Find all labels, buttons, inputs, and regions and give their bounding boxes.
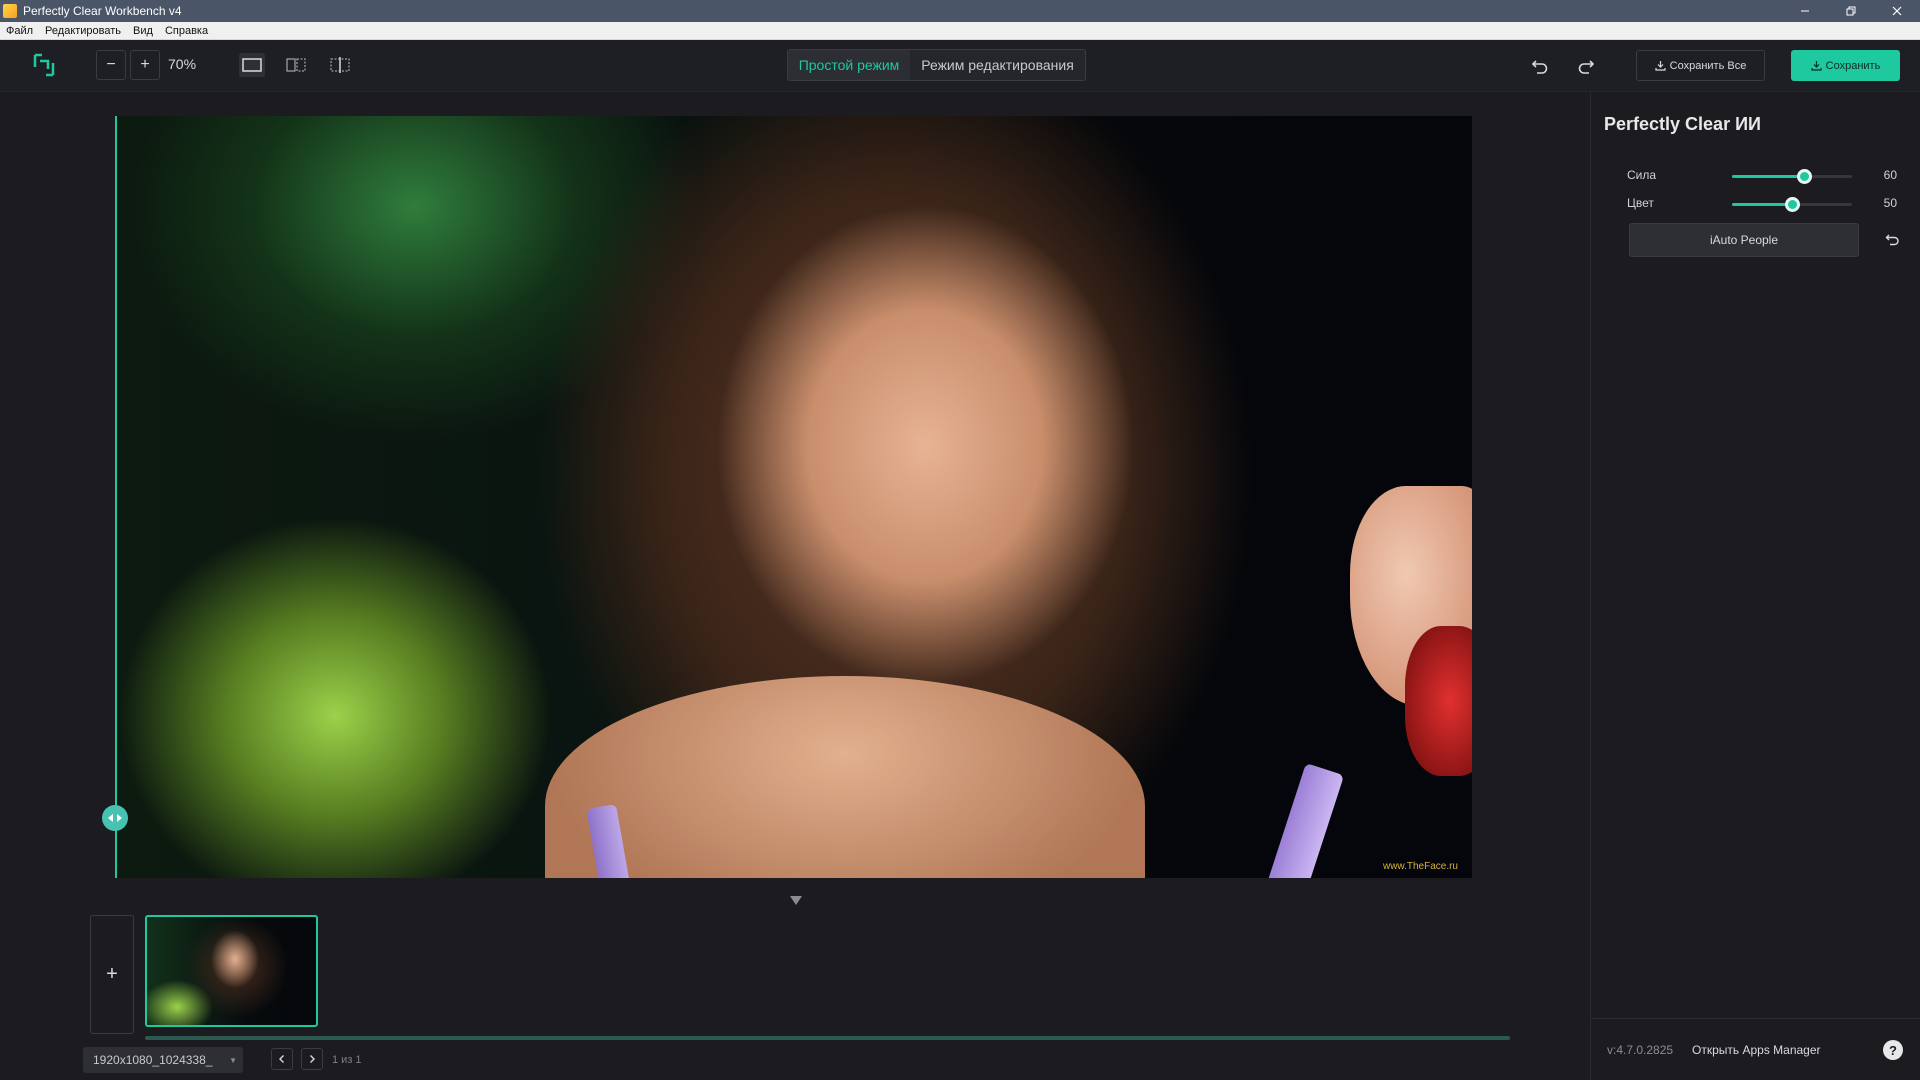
tab-simple-mode[interactable]: Простой режим <box>788 50 910 80</box>
toolbar: − + 70% Простой режим Режим редактирован… <box>0 40 1920 92</box>
minimize-button[interactable] <box>1782 0 1828 22</box>
reset-button[interactable] <box>1883 230 1903 250</box>
menu-view[interactable]: Вид <box>127 25 159 37</box>
chevron-right-icon <box>310 1055 315 1063</box>
photo-shoulder-shape <box>545 676 1145 878</box>
color-slider-thumb[interactable] <box>1785 197 1800 212</box>
color-slider-row: Цвет 50 <box>1627 196 1897 212</box>
split-handle[interactable] <box>102 805 128 831</box>
photo-red-shape <box>1405 626 1472 776</box>
mode-switch: Простой режим Режим редактирования <box>787 49 1086 81</box>
single-view-button[interactable] <box>239 53 265 77</box>
menu-file[interactable]: Файл <box>0 25 39 37</box>
save-all-button[interactable]: Сохранить Все <box>1636 50 1765 81</box>
zoom-in-button[interactable]: + <box>130 50 160 80</box>
help-button[interactable]: ? <box>1883 1040 1903 1060</box>
zoom-level: 70% <box>168 56 197 72</box>
zoom-out-button[interactable]: − <box>96 50 126 80</box>
adjustments-panel: Perfectly Clear ИИ Сила 60 Цвет 50 iAuto… <box>1590 92 1920 1080</box>
chevron-left-icon <box>279 1055 284 1063</box>
restore-icon <box>1846 6 1856 16</box>
split-divider-line[interactable] <box>115 116 117 878</box>
tab-edit-mode[interactable]: Режим редактирования <box>910 50 1085 80</box>
photo-preview[interactable]: www.TheFace.ru <box>115 116 1472 878</box>
color-slider-fill <box>1732 203 1792 206</box>
menu-bar: Файл Редактировать Вид Справка <box>0 22 1920 40</box>
filmstrip-scrollbar[interactable] <box>145 1036 1510 1040</box>
strength-slider[interactable] <box>1732 169 1852 184</box>
save-button[interactable]: Сохранить <box>1791 50 1900 81</box>
previous-image-button[interactable] <box>271 1048 293 1070</box>
menu-edit[interactable]: Редактировать <box>39 25 127 37</box>
download-icon <box>1811 61 1822 71</box>
download-icon <box>1655 61 1666 71</box>
undo-button[interactable] <box>1526 53 1554 79</box>
page-count: 1 из 1 <box>332 1054 362 1066</box>
redo-button[interactable] <box>1572 53 1600 79</box>
panel-footer: v:4.7.0.2825 Открыть Apps Manager ? <box>1591 1018 1920 1080</box>
close-icon <box>1892 6 1902 16</box>
single-view-icon <box>242 58 262 72</box>
save-all-label: Сохранить Все <box>1669 59 1747 72</box>
split-view-button[interactable] <box>327 53 353 77</box>
split-view-icon <box>330 57 350 73</box>
menu-help[interactable]: Справка <box>159 25 214 37</box>
version-label: v:4.7.0.2825 <box>1607 1043 1674 1057</box>
app-icon <box>3 4 17 18</box>
minimize-icon <box>1801 10 1809 12</box>
panel-title: Perfectly Clear ИИ <box>1604 114 1761 134</box>
save-label: Сохранить <box>1825 59 1881 72</box>
file-name-value: 1920x1080_1024338_ <box>93 1053 213 1067</box>
color-slider[interactable] <box>1732 197 1852 212</box>
side-by-side-view-button[interactable] <box>283 53 309 77</box>
app-logo-icon <box>33 53 55 77</box>
strength-slider-row: Сила 60 <box>1627 168 1897 184</box>
photo-watermark: www.TheFace.ru <box>1382 861 1458 872</box>
split-arrows-icon <box>108 814 122 822</box>
strength-slider-thumb[interactable] <box>1797 169 1812 184</box>
window-controls <box>1782 0 1920 22</box>
restore-button[interactable] <box>1828 0 1874 22</box>
collapse-filmstrip-icon[interactable] <box>790 896 802 905</box>
reset-icon <box>1885 234 1899 246</box>
strength-value: 60 <box>1883 168 1897 182</box>
close-button[interactable] <box>1874 0 1920 22</box>
redo-icon <box>1578 60 1595 74</box>
strength-slider-fill <box>1732 175 1804 178</box>
strength-label: Сила <box>1627 168 1657 182</box>
window-title: Perfectly Clear Workbench v4 <box>23 4 182 18</box>
side-by-side-icon <box>286 58 306 72</box>
add-image-button[interactable]: + <box>90 915 134 1034</box>
open-apps-manager-link[interactable]: Открыть Apps Manager <box>1692 1043 1821 1057</box>
image-thumbnail[interactable] <box>145 915 318 1027</box>
caret-down-icon: ▼ <box>229 1056 237 1065</box>
file-name-select[interactable]: 1920x1080_1024338_ ▼ <box>83 1047 243 1073</box>
preset-select[interactable]: iAuto People <box>1629 223 1859 257</box>
undo-icon <box>1531 60 1548 74</box>
photo-strap-shape <box>1265 763 1345 878</box>
title-bar: Perfectly Clear Workbench v4 <box>0 0 1920 22</box>
next-image-button[interactable] <box>301 1048 323 1070</box>
color-value: 50 <box>1883 196 1897 210</box>
color-label: Цвет <box>1627 196 1654 210</box>
